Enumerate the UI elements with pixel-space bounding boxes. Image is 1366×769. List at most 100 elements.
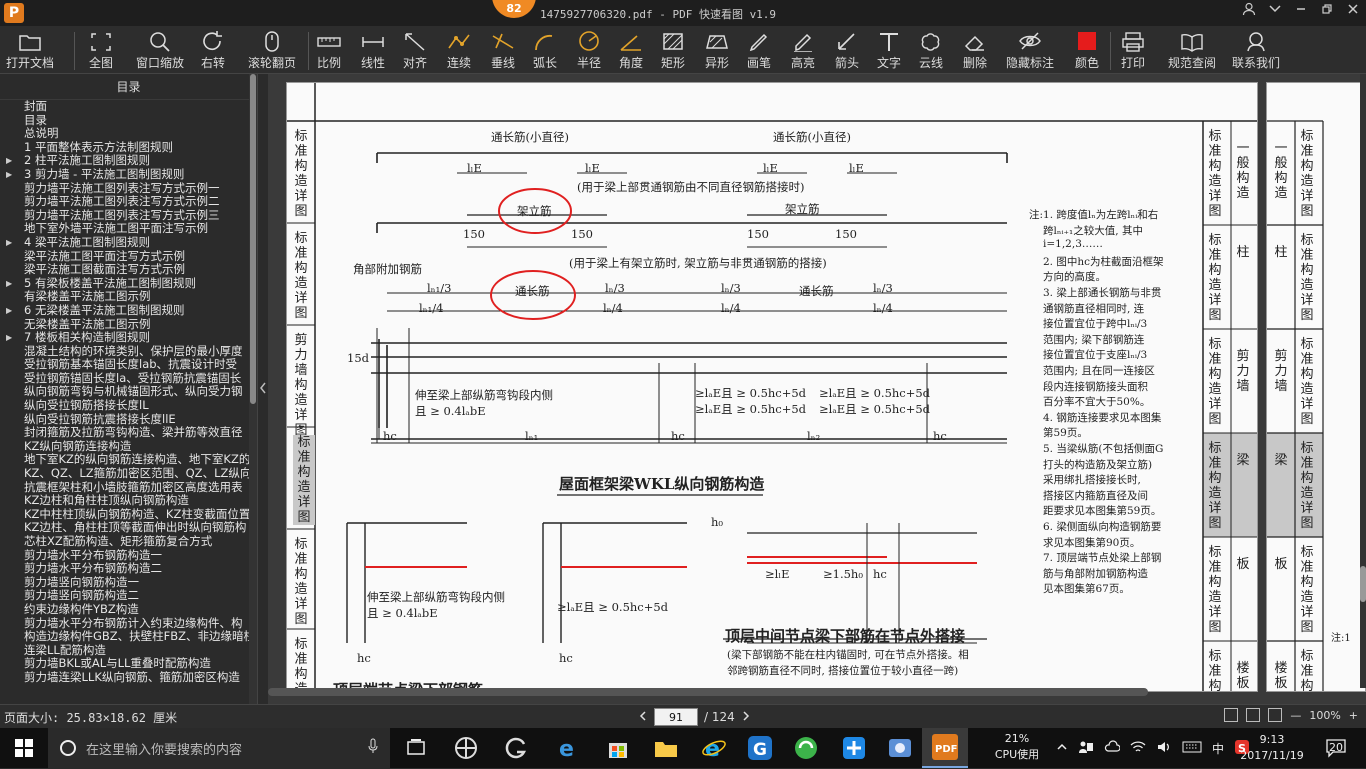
toc-item[interactable]: 剪力墙竖向钢筋构造一	[0, 576, 257, 590]
toc-item[interactable]: 1 平面整体表示方法制图规则	[0, 141, 257, 155]
toc-item[interactable]: ▶ 6 无梁楼盖平法施工图制图规则	[0, 304, 257, 318]
cloud-button[interactable]: 云线	[918, 30, 944, 72]
user-icon[interactable]	[1236, 0, 1262, 26]
color-button[interactable]: 颜色	[1074, 30, 1100, 72]
continuous-button[interactable]: 连续	[446, 30, 472, 72]
eye-off-button[interactable]: 隐藏标注	[1006, 30, 1054, 72]
blue-app-icon[interactable]	[840, 734, 868, 762]
zoom-button[interactable]: 窗口缩放	[136, 30, 184, 72]
radius-button[interactable]: 半径	[576, 30, 602, 72]
toc-item[interactable]: 梁平法施工图平面注写方式示例	[0, 250, 257, 264]
ie-icon[interactable]: e	[700, 734, 728, 762]
rectangle-button[interactable]: 矩形	[660, 30, 686, 72]
toc-item[interactable]: 混凝土结构的环境类别、保护层的最小厚度	[0, 345, 257, 359]
printer-button[interactable]: 打印	[1120, 30, 1146, 72]
align-button[interactable]: 对齐	[402, 30, 428, 72]
toc-item[interactable]: 纵向受拉钢筋搭接长度lL	[0, 399, 257, 413]
angle-button[interactable]: 角度	[618, 30, 644, 72]
book-button[interactable]: 规范查阅	[1168, 30, 1216, 72]
360-browser-icon[interactable]	[792, 734, 820, 762]
toc-item[interactable]: KZ边柱和角柱柱顶纵向钢筋构造	[0, 494, 257, 508]
microphone-icon[interactable]	[368, 738, 378, 758]
prev-page-icon[interactable]	[638, 710, 648, 725]
ime-indicator[interactable]: 中	[1212, 740, 1224, 757]
file-explorer-icon[interactable]	[652, 734, 680, 762]
double-page-view-icon[interactable]	[1246, 708, 1261, 722]
toc-item[interactable]: 构造边缘构件GBZ、扶壁柱FBZ、非边缘暗柱	[0, 630, 257, 644]
expand-arrow-icon[interactable]: ▶	[6, 168, 12, 182]
toc-item[interactable]: 受拉钢筋锚固长度la、受拉钢筋抗震锚固长	[0, 372, 257, 386]
taskbar-search[interactable]: 在这里输入你要搜索的内容	[48, 728, 390, 768]
toc-item[interactable]: ▶ 7 楼板相关构造制图规则	[0, 331, 257, 345]
perpendicular-button[interactable]: 垂线	[490, 30, 516, 72]
polygon-button[interactable]: 异形	[704, 30, 730, 72]
pdf-page[interactable]: 标准构造详图标准构造详图剪力墙构造详图标准构造详图标准构造详图标准构造详图标准构…	[286, 82, 1258, 692]
minimize-icon[interactable]	[1288, 0, 1314, 26]
toc-item[interactable]: 有梁楼盖平法施工图示例	[0, 290, 257, 304]
zoom-level[interactable]: 100%	[1309, 709, 1340, 722]
collapse-sidebar-button[interactable]	[258, 378, 268, 398]
expand-arrow-icon[interactable]: ▶	[6, 154, 12, 168]
next-page-icon[interactable]	[741, 710, 751, 725]
rotate-button[interactable]: 右转	[200, 30, 226, 72]
toc-item[interactable]: ▶ 5 有梁板楼盖平法施工图制图规则	[0, 277, 257, 291]
toc-item[interactable]: KZ中柱柱顶纵向钢筋构造、KZ柱变截面位置	[0, 508, 257, 522]
toc-item[interactable]: 剪力墙水平分布钢筋构造一	[0, 549, 257, 563]
document-viewer[interactable]: 标准构造详图标准构造详图剪力墙构造详图标准构造详图标准构造详图标准构造详图标准构…	[268, 74, 1366, 704]
toc-item[interactable]: 剪力墙平法施工图列表注写方式示例二	[0, 195, 257, 209]
start-button[interactable]	[0, 728, 48, 768]
browser-g-icon[interactable]	[502, 734, 530, 762]
zoom-out-icon[interactable]: —	[1290, 709, 1301, 722]
toc-item[interactable]: ▶ 3 剪力墙 - 平法施工图制图规则	[0, 168, 257, 182]
people-icon[interactable]	[1078, 740, 1094, 757]
toc-item[interactable]: 剪力墙平法施工图列表注写方式示例三	[0, 209, 257, 223]
toc-item[interactable]: 地下室外墙平法施工图平面注写示例	[0, 222, 257, 236]
menu-icon[interactable]	[1262, 0, 1288, 26]
fullscreen-button[interactable]: 全图	[88, 30, 114, 72]
edge-icon[interactable]: e	[554, 734, 582, 762]
wifi-icon[interactable]	[1130, 740, 1146, 757]
pdf-viewer-taskbar-item[interactable]: PDF	[922, 728, 968, 768]
chevron-up-icon[interactable]	[1056, 741, 1068, 755]
toc-item[interactable]: 受拉钢筋基本锚固长度lab、抗震设计时受	[0, 358, 257, 372]
toc-item[interactable]: 梁平法施工图截面注写方式示例	[0, 263, 257, 277]
notification-badge[interactable]: 82	[492, 0, 536, 18]
toc-item[interactable]: 封面	[0, 100, 257, 114]
arrow-button[interactable]: 箭头	[834, 30, 860, 72]
keyboard-icon[interactable]	[1182, 741, 1202, 756]
toc-item[interactable]: 连梁LL配筋构造	[0, 644, 257, 658]
linear-button[interactable]: 线性	[360, 30, 386, 72]
store-icon[interactable]	[604, 734, 632, 762]
toc-item[interactable]: 剪力墙平法施工图列表注写方式示例一	[0, 182, 257, 196]
action-center-button[interactable]: 20	[1322, 736, 1350, 760]
cpu-usage[interactable]: 21% CPU使用	[988, 731, 1046, 763]
toc-item[interactable]: 剪力墙竖向钢筋构造二	[0, 589, 257, 603]
pen-button[interactable]: 画笔	[746, 30, 772, 72]
cloud-sync-icon[interactable]	[1104, 739, 1121, 757]
toc-item[interactable]: 剪力墙水平分布钢筋计入约束边缘构件、构	[0, 617, 257, 631]
volume-icon[interactable]	[1156, 740, 1172, 757]
toc-item[interactable]: ▶ 2 柱平法施工图制图规则	[0, 154, 257, 168]
g-app-icon[interactable]: G	[746, 734, 774, 762]
toc-item[interactable]: 抗震框架柱和小墙肢箍筋加密区高度选用表	[0, 481, 257, 495]
toc-item[interactable]: 纵向受拉钢筋抗震搭接长度llE	[0, 413, 257, 427]
toc-item[interactable]: 无梁楼盖平法施工图示例	[0, 318, 257, 332]
toc-scroll-thumb[interactable]	[250, 74, 256, 404]
vertical-scrollbar[interactable]	[1360, 74, 1366, 688]
folder-button[interactable]: 打开文档	[6, 30, 54, 72]
page-number-input[interactable]	[654, 708, 698, 726]
toc-item[interactable]: 芯柱XZ配筋构造、矩形箍筋复合方式	[0, 535, 257, 549]
continuous-view-icon[interactable]	[1268, 708, 1283, 722]
single-page-view-icon[interactable]	[1224, 708, 1239, 722]
expand-arrow-icon[interactable]: ▶	[6, 304, 12, 318]
toc-item[interactable]: 剪力墙水平分布钢筋构造二	[0, 562, 257, 576]
cortana-icon[interactable]	[60, 740, 76, 756]
toc-item[interactable]: KZ、QZ、LZ箍筋加密区范围、QZ、LZ纵向钢	[0, 467, 257, 481]
toc-item[interactable]: 总说明	[0, 127, 257, 141]
mouse-button[interactable]: 滚轮翻页	[248, 30, 296, 72]
close-icon[interactable]	[1340, 0, 1366, 26]
vertical-scroll-thumb[interactable]	[1360, 566, 1366, 602]
toc-item[interactable]: 纵向钢筋弯钩与机械锚固形式、纵向受力钢	[0, 385, 257, 399]
system-clock[interactable]: 9:13 2017/11/19	[1236, 732, 1308, 764]
expand-arrow-icon[interactable]: ▶	[6, 236, 12, 250]
